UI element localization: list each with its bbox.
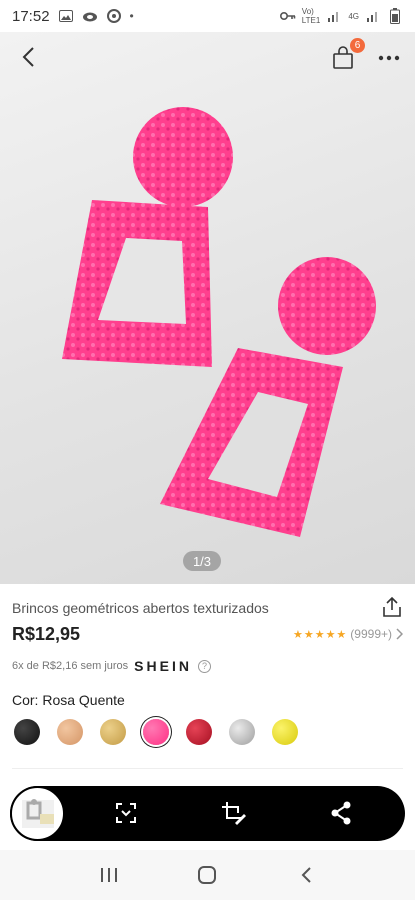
divider — [12, 768, 403, 769]
installment-info: 6x de R$2,16 sem juros SHEIN ? — [12, 658, 211, 674]
share-button[interactable] — [381, 596, 403, 618]
cart-count-badge: 6 — [350, 38, 365, 53]
scroll-capture-icon — [116, 803, 136, 823]
recent-apps-button[interactable] — [89, 860, 129, 890]
home-icon — [198, 866, 217, 884]
share-upload-icon — [383, 596, 401, 617]
chevron-right-icon — [396, 628, 403, 640]
shein-logo: SHEIN — [134, 658, 192, 674]
signal-icon — [326, 8, 342, 24]
share-icon — [331, 801, 351, 825]
crop-edit-icon — [222, 802, 246, 825]
review-count: (9999+) — [350, 627, 392, 641]
chevron-left-icon — [22, 47, 34, 67]
more-dots-icon — [378, 55, 400, 61]
rating-link[interactable]: ★★★★★ (9999+) — [293, 627, 403, 641]
crop-edit-button[interactable] — [221, 800, 247, 826]
net-type: 4G — [348, 11, 359, 21]
chrome-icon — [106, 8, 122, 24]
cart-button[interactable]: 6 — [329, 38, 365, 72]
swatch-hot-pink[interactable] — [143, 719, 169, 745]
home-button[interactable] — [187, 860, 227, 890]
battery-icon — [387, 8, 403, 24]
product-image-carousel[interactable]: 6 1/3 — [0, 32, 415, 584]
back-arrow-icon — [301, 867, 311, 883]
cloud-icon — [82, 8, 98, 24]
more-options-button[interactable] — [377, 46, 401, 70]
scroll-capture-button[interactable] — [113, 800, 139, 826]
back-nav-button[interactable] — [286, 860, 326, 890]
earrings-image — [62, 107, 376, 537]
swatch-yellow[interactable] — [272, 719, 298, 745]
status-bar: 17:52 • Vo) LTE1 4G — [0, 0, 415, 32]
back-button[interactable] — [14, 43, 42, 71]
swatch-black[interactable] — [14, 719, 40, 745]
color-label: Cor: Rosa Quente — [12, 692, 125, 708]
signal-icon-2 — [365, 8, 381, 24]
gallery-icon — [58, 8, 74, 24]
recent-apps-icon — [101, 868, 118, 882]
screenshot-thumbnail[interactable] — [10, 786, 65, 841]
notification-dot: • — [129, 9, 134, 23]
network-label: Vo) LTE1 — [301, 7, 321, 25]
swatch-red[interactable] — [186, 719, 212, 745]
product-price: R$12,95 — [12, 624, 81, 644]
installment-text: 6x de R$2,16 sem juros — [12, 660, 129, 672]
rating-stars: ★★★★★ — [292, 628, 348, 641]
help-icon[interactable]: ? — [197, 659, 211, 673]
screenshot-toolbar — [10, 786, 405, 841]
swatch-rose-gold[interactable] — [57, 719, 83, 745]
system-nav-bar — [0, 850, 415, 900]
image-pager: 1/3 — [183, 551, 221, 571]
status-time: 17:52 — [12, 7, 50, 25]
swatch-gold[interactable] — [100, 719, 126, 745]
share-screenshot-button[interactable] — [328, 800, 354, 826]
color-swatches — [14, 719, 298, 745]
product-title: Brincos geométricos abertos texturizados — [12, 600, 269, 616]
swatch-silver[interactable] — [229, 719, 255, 745]
key-icon — [279, 8, 296, 24]
thumbnail-image-icon — [21, 798, 54, 828]
